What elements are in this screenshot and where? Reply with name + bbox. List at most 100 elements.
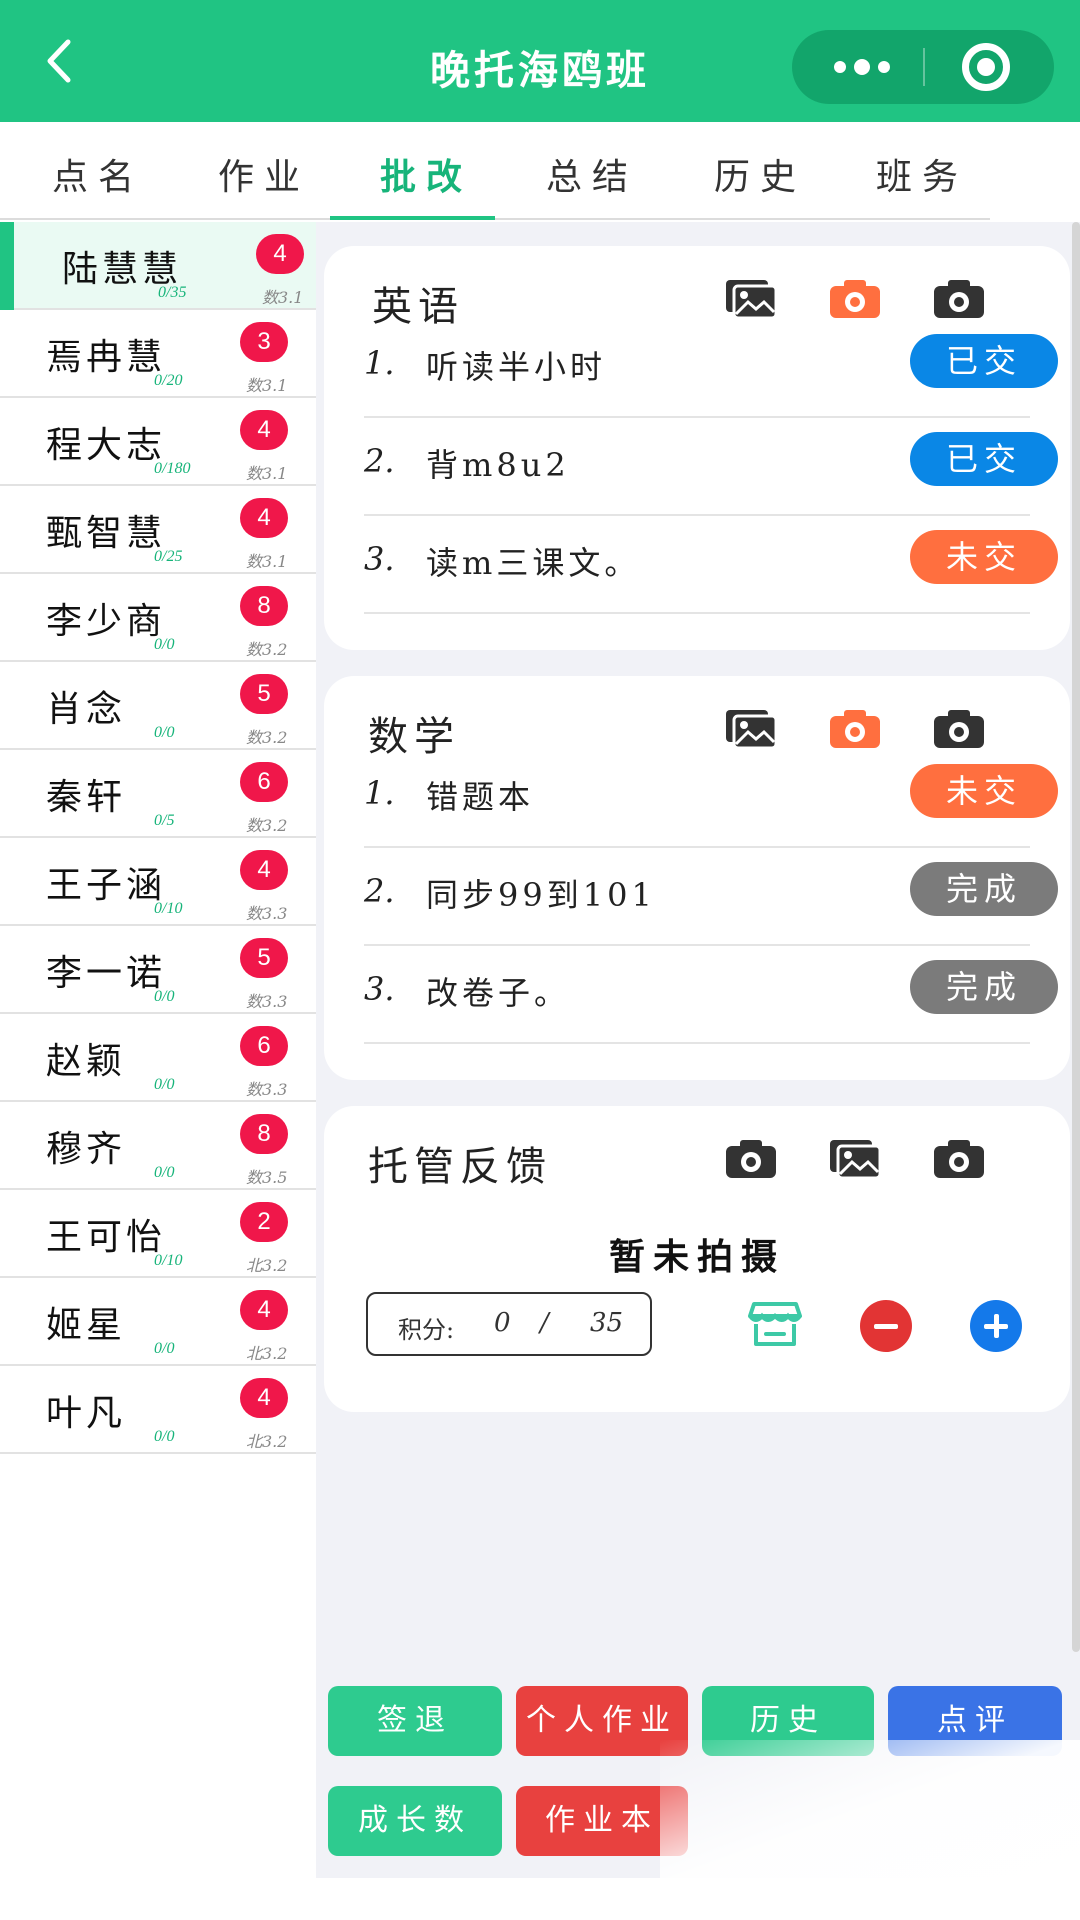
student-row[interactable]: 李一诺 5 0/0 数3.3 [0, 926, 316, 1014]
student-name: 秦轩 [46, 777, 127, 818]
camera-icon[interactable] [828, 278, 882, 320]
item-text: 读m三课文。 [426, 544, 641, 582]
student-row[interactable]: 甄智慧 4 0/25 数3.1 [0, 486, 316, 574]
status-button[interactable]: 已交 [910, 334, 1058, 388]
student-row[interactable]: 程大志 4 0/180 数3.1 [0, 398, 316, 486]
tab-grading[interactable]: 批改 [380, 148, 472, 200]
student-score: 0/0 [154, 1076, 175, 1093]
student-row[interactable]: 姬星 4 0/0 北3.2 [0, 1278, 316, 1366]
count-badge: 4 [240, 410, 288, 450]
tab-rollcall[interactable]: 点名 [52, 148, 144, 200]
student-grade: 数3.1 [246, 464, 288, 483]
student-score: 0/180 [154, 460, 191, 477]
points-field[interactable]: 积分: 0 / 35 [366, 1292, 652, 1356]
student-row[interactable]: 王可怡 2 0/10 北3.2 [0, 1190, 316, 1278]
item-text: 听读半小时 [426, 348, 607, 386]
student-row[interactable]: 叶凡 4 0/0 北3.2 [0, 1366, 316, 1454]
student-grade: 数3.1 [246, 552, 288, 571]
status-button[interactable]: 未交 [910, 764, 1058, 818]
status-button[interactable]: 已交 [910, 432, 1058, 486]
student-name: 王子涵 [46, 865, 167, 906]
student-score: 0/0 [154, 1164, 175, 1181]
student-row[interactable]: 李少商 8 0/0 数3.2 [0, 574, 316, 662]
count-badge: 8 [240, 586, 288, 626]
student-name: 肖念 [46, 689, 127, 730]
points-label: 积分: [398, 1316, 455, 1344]
student-grade: 数3.2 [246, 728, 288, 747]
image-icon[interactable] [724, 278, 778, 320]
item-text: 改卷子。 [426, 974, 571, 1012]
student-grade: 北3.2 [246, 1344, 288, 1363]
count-badge: 3 [240, 322, 288, 362]
student-name: 李少商 [46, 601, 167, 642]
tab-bar: 点名 作业 批改 总结 历史 班务 [0, 122, 990, 220]
camera-icon[interactable] [932, 278, 986, 320]
points-separator: / [540, 1308, 549, 1338]
math-card: 数学 1. 错题本 未交 2. 同步99到101 完成 3. 改卷子。 完成 [324, 676, 1070, 1080]
item-text: 错题本 [426, 778, 535, 816]
image-icon[interactable] [724, 708, 778, 750]
item-text: 背m8u2 [426, 446, 570, 484]
points-current: 0 [494, 1308, 511, 1338]
item-number: 3. [364, 540, 395, 578]
homework-item: 2. 背m8u2 已交 [364, 418, 1058, 516]
status-button[interactable]: 完成 [910, 960, 1058, 1014]
student-name: 程大志 [46, 425, 167, 466]
target-icon[interactable] [962, 43, 1010, 91]
item-number: 3. [364, 970, 395, 1008]
image-icon[interactable] [828, 1138, 882, 1180]
student-name: 李一诺 [46, 953, 167, 994]
student-name: 姬星 [46, 1305, 127, 1346]
student-grade: 数3.2 [246, 640, 288, 659]
student-score: 0/0 [154, 1340, 175, 1357]
minus-button[interactable] [860, 1300, 912, 1352]
student-score: 0/0 [154, 1428, 175, 1445]
student-score: 0/0 [154, 636, 175, 653]
tab-class-affairs[interactable]: 班务 [876, 148, 968, 200]
student-name: 甄智慧 [46, 513, 167, 554]
empty-state-text: 暂未拍摄 [608, 1236, 785, 1278]
sign-out-button[interactable]: 签退 [328, 1686, 502, 1756]
camera-icon[interactable] [828, 708, 882, 750]
tab-history[interactable]: 历史 [714, 148, 806, 200]
student-grade: 北3.2 [246, 1256, 288, 1275]
plus-button[interactable] [970, 1300, 1022, 1352]
count-badge: 6 [240, 762, 288, 802]
tab-summary[interactable]: 总结 [546, 148, 638, 200]
growth-button[interactable]: 成长数 [328, 1786, 502, 1856]
active-tab-indicator [330, 216, 495, 220]
student-row[interactable]: 焉冉慧 3 0/20 数3.1 [0, 310, 316, 398]
title-bar: 晚托海鸥班 [0, 0, 1080, 122]
tab-homework[interactable]: 作业 [218, 148, 310, 200]
student-score: 0/0 [154, 724, 175, 741]
count-badge: 4 [240, 1290, 288, 1330]
count-badge: 2 [240, 1202, 288, 1242]
student-name: 叶凡 [46, 1393, 127, 1434]
count-badge: 4 [240, 1378, 288, 1418]
student-score: 0/25 [154, 548, 183, 565]
student-score: 0/10 [154, 900, 183, 917]
student-row[interactable]: 赵颖 6 0/0 数3.3 [0, 1014, 316, 1102]
camera-icon[interactable] [932, 1138, 986, 1180]
student-name: 穆齐 [46, 1129, 127, 1170]
item-number: 2. [364, 442, 395, 480]
scrollbar[interactable] [1072, 222, 1080, 1652]
student-name: 焉冉慧 [46, 337, 167, 378]
store-icon[interactable] [748, 1300, 802, 1348]
status-button[interactable]: 未交 [910, 530, 1058, 584]
status-button[interactable]: 完成 [910, 862, 1058, 916]
item-number: 1. [364, 774, 395, 812]
item-number: 1. [364, 344, 395, 382]
points-total: 35 [590, 1308, 624, 1338]
student-row[interactable]: 穆齐 8 0/0 数3.5 [0, 1102, 316, 1190]
more-dots-icon[interactable] [822, 30, 902, 104]
camera-icon[interactable] [724, 1138, 778, 1180]
camera-icon[interactable] [932, 708, 986, 750]
student-grade: 数3.5 [246, 1168, 288, 1187]
student-row[interactable]: 陆慧慧 4 0/35 数3.1 [0, 222, 316, 310]
student-row[interactable]: 肖念 5 0/0 数3.2 [0, 662, 316, 750]
item-number: 2. [364, 872, 395, 910]
student-grade: 数3.3 [246, 992, 288, 1011]
student-row[interactable]: 王子涵 4 0/10 数3.3 [0, 838, 316, 926]
student-row[interactable]: 秦轩 6 0/5 数3.2 [0, 750, 316, 838]
